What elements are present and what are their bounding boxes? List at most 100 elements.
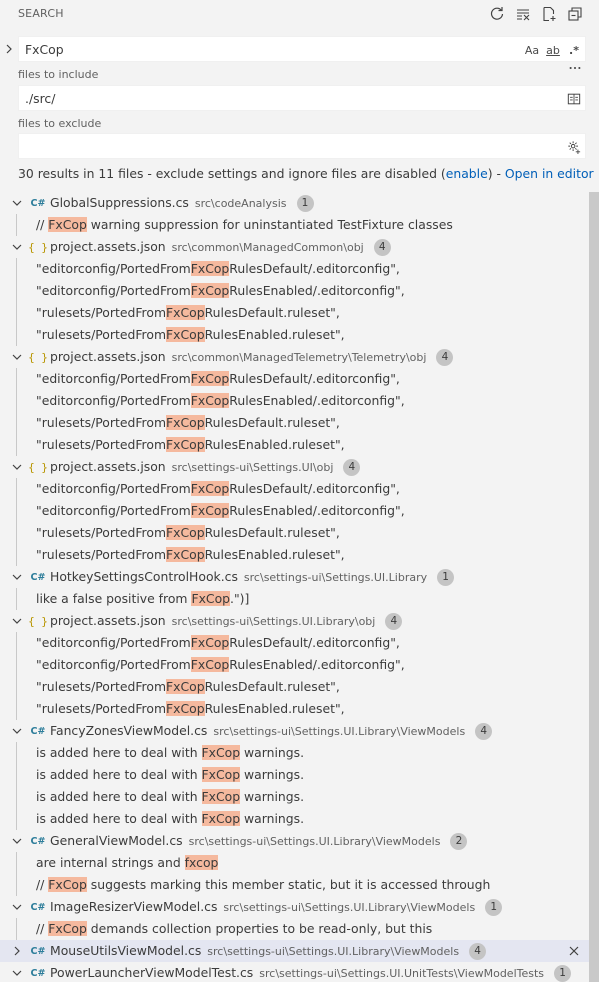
match-result-row[interactable]: like a false positive from FxCop.")] (0, 588, 599, 610)
match-result-row[interactable]: "editorconfig/PortedFromFxCopRulesEnable… (0, 500, 599, 522)
match-result-row[interactable]: "rulesets/PortedFromFxCopRulesDefault.ru… (0, 302, 599, 324)
match-result-row[interactable]: is added here to deal with FxCop warning… (0, 764, 599, 786)
match-result-row[interactable]: "rulesets/PortedFromFxCopRulesEnabled.ru… (0, 698, 599, 720)
match-suffix: warnings. (240, 745, 305, 760)
open-in-editor-link[interactable]: Open in editor (505, 166, 594, 181)
match-line-text: "editorconfig/PortedFromFxCopRulesEnable… (36, 657, 405, 672)
search-input[interactable]: FxCop Aa ab .* (18, 36, 586, 62)
chevron-down-icon[interactable] (11, 967, 23, 979)
match-line-text: "editorconfig/PortedFromFxCopRulesEnable… (36, 393, 405, 408)
file-path: src\common\ManagedTelemetry\Telemetry\ob… (171, 351, 427, 364)
clear-results-icon[interactable] (513, 4, 533, 24)
match-prefix: "editorconfig/PortedFrom (36, 283, 191, 298)
file-name: project.assets.json (50, 613, 166, 628)
match-result-row[interactable]: "editorconfig/PortedFromFxCopRulesDefaul… (0, 258, 599, 280)
match-result-row[interactable]: // FxCop warning suppression for uninsta… (0, 214, 599, 236)
match-result-row[interactable]: is added here to deal with FxCop warning… (0, 786, 599, 808)
match-suffix: warnings. (240, 767, 305, 782)
chevron-down-icon[interactable] (11, 615, 23, 627)
file-result-name: FancyZonesViewModel.cs src\settings-ui\Se… (50, 723, 493, 740)
match-result-row[interactable]: "rulesets/PortedFromFxCopRulesDefault.ru… (0, 412, 599, 434)
results-scrollbar[interactable] (589, 192, 599, 982)
file-result-name: GeneralViewModel.cs src\settings-ui\Setti… (50, 833, 468, 850)
match-result-row[interactable]: is added here to deal with FxCop warning… (0, 808, 599, 830)
match-result-row[interactable]: "editorconfig/PortedFromFxCopRulesEnable… (0, 654, 599, 676)
match-result-row[interactable]: "rulesets/PortedFromFxCopRulesEnabled.ru… (0, 434, 599, 456)
match-whole-word-button[interactable]: ab (544, 41, 562, 59)
file-result-row[interactable]: C# GlobalSuppressions.cs src\codeAnalysis 1 (0, 192, 599, 214)
match-prefix: "rulesets/PortedFrom (36, 525, 167, 540)
match-prefix: "rulesets/PortedFrom (36, 305, 167, 320)
match-prefix: "editorconfig/PortedFrom (36, 481, 191, 496)
match-result-row[interactable]: "editorconfig/PortedFromFxCopRulesEnable… (0, 280, 599, 302)
match-line-text: is added here to deal with FxCop warning… (36, 811, 304, 826)
match-line-text: is added here to deal with FxCop warning… (36, 767, 304, 782)
file-result-name: project.assets.json src\settings-ui\Setti… (50, 459, 361, 476)
match-result-row[interactable]: "rulesets/PortedFromFxCopRulesDefault.ru… (0, 676, 599, 698)
match-line-text: "editorconfig/PortedFromFxCopRulesDefaul… (36, 635, 400, 650)
match-result-row[interactable]: "rulesets/PortedFromFxCopRulesEnabled.ru… (0, 544, 599, 566)
match-suffix: RulesEnabled.ruleset", (204, 701, 345, 716)
file-path: src\settings-ui\Settings.UI.Library (243, 571, 428, 584)
chevron-down-icon[interactable] (11, 571, 23, 583)
files-to-exclude-input[interactable] (18, 133, 586, 159)
file-name: GeneralViewModel.cs (50, 833, 183, 848)
file-result-row[interactable]: C# HotkeySettingsControlHook.cs src\settin… (0, 566, 599, 588)
file-result-row[interactable]: C# FancyZonesViewModel.cs src\settings-ui\… (0, 720, 599, 742)
match-prefix: "rulesets/PortedFrom (36, 327, 167, 342)
chevron-down-icon[interactable] (11, 351, 23, 363)
match-result-row[interactable]: "rulesets/PortedFromFxCopRulesDefault.ru… (0, 522, 599, 544)
match-line-text: "rulesets/PortedFromFxCopRulesEnabled.ru… (36, 547, 345, 562)
match-case-button[interactable]: Aa (523, 41, 541, 59)
match-line-text: is added here to deal with FxCop warning… (36, 745, 304, 760)
files-to-include-input[interactable]: ./src/ (18, 85, 586, 111)
match-result-row[interactable]: "editorconfig/PortedFromFxCopRulesDefaul… (0, 632, 599, 654)
chevron-down-icon[interactable] (11, 197, 23, 209)
chevron-down-icon[interactable] (11, 461, 23, 473)
new-search-editor-icon[interactable] (539, 4, 559, 24)
refresh-icon[interactable] (487, 4, 507, 24)
search-open-editors-icon[interactable] (565, 90, 583, 108)
match-result-row[interactable]: "editorconfig/PortedFromFxCopRulesEnable… (0, 390, 599, 412)
more-options-icon[interactable] (566, 60, 584, 76)
chevron-down-icon[interactable] (11, 725, 23, 737)
match-highlight: FxCop (190, 261, 230, 276)
file-name: PowerLauncherViewModelTest.cs (50, 965, 254, 980)
match-result-row[interactable]: are internal strings and fxcop (0, 852, 599, 874)
match-result-row[interactable]: "editorconfig/PortedFromFxCopRulesDefaul… (0, 368, 599, 390)
match-result-row[interactable]: is added here to deal with FxCop warning… (0, 742, 599, 764)
file-result-row[interactable]: C# GeneralViewModel.cs src\settings-ui\Set… (0, 830, 599, 852)
chevron-down-icon[interactable] (11, 835, 23, 847)
file-result-row[interactable]: { } project.assets.json src\common\Managed… (0, 346, 599, 368)
csharp-file-icon: C# (30, 835, 46, 847)
file-result-row[interactable]: { } project.assets.json src\settings-ui\Se… (0, 456, 599, 478)
csharp-file-icon: C# (30, 967, 46, 979)
match-count-badge: 4 (475, 723, 493, 740)
results-scrollbar-thumb[interactable] (589, 192, 599, 982)
chevron-right-icon[interactable] (11, 945, 23, 957)
match-result-row[interactable]: // FxCop suggests marking this member st… (0, 874, 599, 896)
match-result-row[interactable]: "editorconfig/PortedFromFxCopRulesDefaul… (0, 478, 599, 500)
match-suffix: RulesDefault.ruleset", (204, 679, 340, 694)
collapse-all-icon[interactable] (565, 4, 585, 24)
toggle-replace-chevron-icon[interactable] (2, 40, 16, 58)
file-result-row[interactable]: C# ImageResizerViewModel.cs src\settings-u… (0, 896, 599, 918)
chevron-down-icon[interactable] (11, 901, 23, 913)
csharp-file-icon: C# (30, 901, 46, 913)
match-suffix: RulesDefault.ruleset", (204, 305, 340, 320)
use-exclude-settings-gear-icon[interactable] (565, 138, 583, 156)
chevron-down-icon[interactable] (11, 241, 23, 253)
use-regex-button[interactable]: .* (565, 41, 583, 59)
match-prefix: "rulesets/PortedFrom (36, 679, 167, 694)
file-result-row[interactable]: { } project.assets.json src\common\Managed… (0, 236, 599, 258)
file-result-row[interactable]: { } project.assets.json src\settings-ui\Se… (0, 610, 599, 632)
file-result-row[interactable]: C# PowerLauncherViewModelTest.cs src\setti… (0, 962, 599, 982)
match-result-row[interactable]: "rulesets/PortedFromFxCopRulesEnabled.ru… (0, 324, 599, 346)
match-line-text: "editorconfig/PortedFromFxCopRulesDefaul… (36, 481, 400, 496)
file-result-row[interactable]: C# MouseUtilsViewModel.cs src\settings-ui\… (0, 940, 599, 962)
match-result-row[interactable]: // FxCop demands collection properties t… (0, 918, 599, 940)
results-summary-mid: ) - (487, 166, 505, 181)
enable-link[interactable]: enable (446, 166, 488, 181)
match-prefix: "editorconfig/PortedFrom (36, 635, 191, 650)
dismiss-result-close-icon[interactable] (564, 941, 584, 961)
